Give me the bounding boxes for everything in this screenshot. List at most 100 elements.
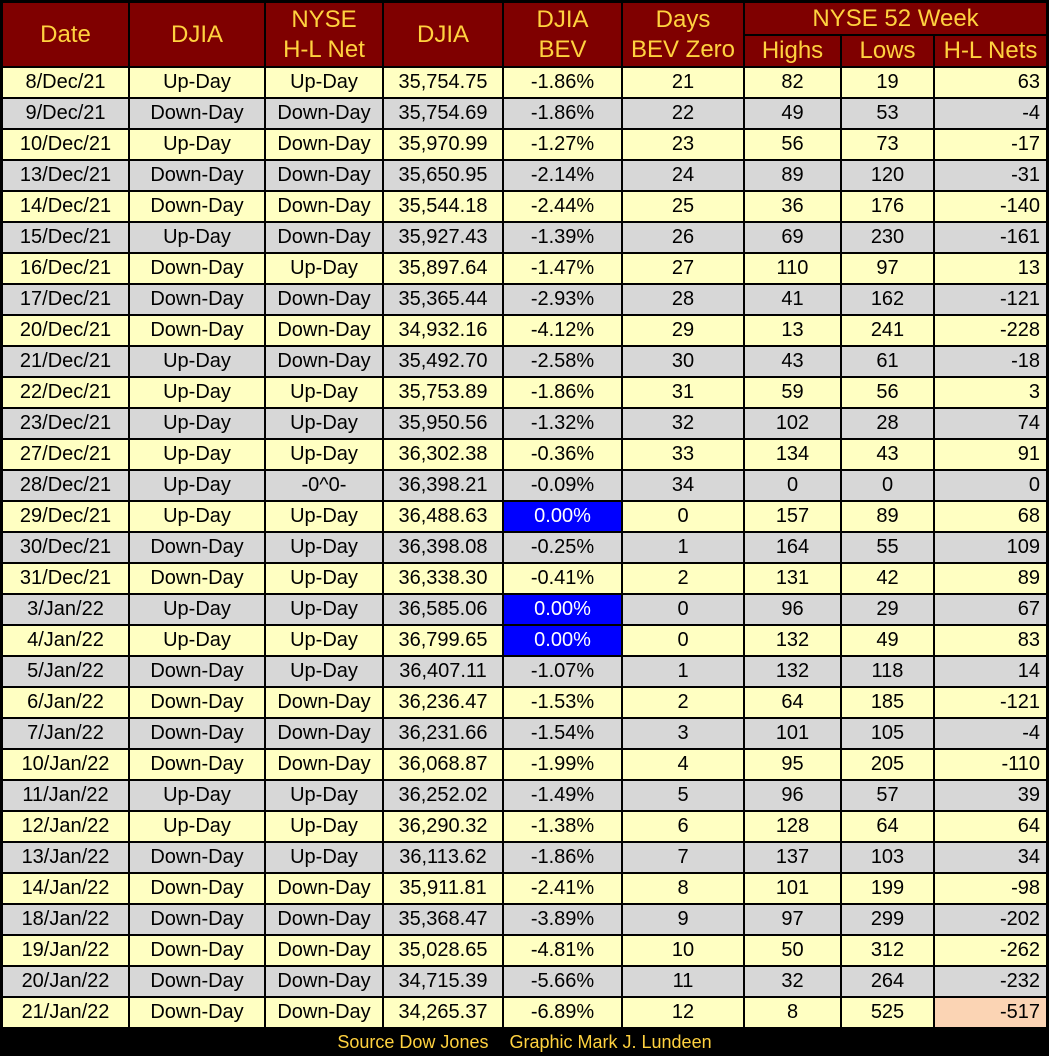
cell-lows: 525 [840, 996, 935, 1029]
cell-djia-value: 36,488.63 [382, 500, 504, 533]
header-djia-bev-line1: DJIA [536, 5, 589, 33]
cell-djia-bev: -5.66% [502, 965, 623, 998]
header-djia: DJIA [128, 1, 266, 68]
cell-hl-nets: -161 [932, 221, 1049, 254]
cell-hl-nets: -517 [932, 996, 1049, 1029]
table-row: 14/Jan/22 Down-Day Down-Day 35,911.81 -2.41%… [1, 872, 1049, 905]
cell-djia-day: Up-Day [128, 438, 266, 471]
cell-djia-day: Down-Day [128, 283, 266, 316]
cell-highs: 95 [743, 748, 842, 781]
cell-djia-value: 35,544.18 [382, 190, 504, 223]
cell-hl-nets: -121 [932, 686, 1049, 719]
cell-nyse-hl-net-day: Down-Day [264, 314, 384, 347]
cell-date: 30/Dec/21 [1, 531, 130, 564]
cell-days-bev-zero: 8 [621, 872, 745, 905]
cell-highs: 101 [743, 872, 842, 905]
cell-djia-bev: -0.09% [502, 469, 623, 502]
cell-djia-day: Up-Day [128, 469, 266, 502]
cell-nyse-hl-net-day: Down-Day [264, 221, 384, 254]
cell-highs: 32 [743, 965, 842, 998]
cell-lows: 0 [840, 469, 935, 502]
cell-highs: 0 [743, 469, 842, 502]
cell-djia-day: Down-Day [128, 531, 266, 564]
cell-days-bev-zero: 12 [621, 996, 745, 1029]
cell-hl-nets: -228 [932, 314, 1049, 347]
cell-highs: 69 [743, 221, 842, 254]
cell-djia-bev: -0.41% [502, 562, 623, 595]
cell-djia-day: Down-Day [128, 748, 266, 781]
cell-date: 10/Dec/21 [1, 128, 130, 161]
cell-djia-value: 35,368.47 [382, 903, 504, 936]
cell-djia-value: 35,650.95 [382, 159, 504, 192]
cell-highs: 96 [743, 593, 842, 626]
table-row: 15/Dec/21 Up-Day Down-Day 35,927.43 -1.39% 26… [1, 221, 1049, 254]
cell-lows: 42 [840, 562, 935, 595]
cell-nyse-hl-net-day: Down-Day [264, 190, 384, 223]
cell-lows: 312 [840, 934, 935, 967]
table-row: 21/Jan/22 Down-Day Down-Day 34,265.37 -6.89%… [1, 996, 1049, 1029]
cell-days-bev-zero: 22 [621, 97, 745, 130]
cell-hl-nets: 34 [932, 841, 1049, 874]
header-date: Date [1, 1, 130, 68]
header-highs: Highs [743, 34, 842, 68]
cell-djia-bev: -4.81% [502, 934, 623, 967]
cell-lows: 264 [840, 965, 935, 998]
cell-days-bev-zero: 24 [621, 159, 745, 192]
cell-lows: 97 [840, 252, 935, 285]
header-nyse-hl-net-line1: NYSE [291, 5, 357, 33]
cell-days-bev-zero: 1 [621, 655, 745, 688]
cell-highs: 102 [743, 407, 842, 440]
cell-djia-value: 34,265.37 [382, 996, 504, 1029]
table-row: 22/Dec/21 Up-Day Up-Day 35,753.89 -1.86% 31 59… [1, 376, 1049, 409]
cell-djia-bev: -2.58% [502, 345, 623, 378]
cell-date: 4/Jan/22 [1, 624, 130, 657]
cell-date: 10/Jan/22 [1, 748, 130, 781]
cell-lows: 29 [840, 593, 935, 626]
cell-date: 3/Jan/22 [1, 593, 130, 626]
cell-djia-value: 36,290.32 [382, 810, 504, 843]
cell-date: 18/Jan/22 [1, 903, 130, 936]
header-hl-nets: H-L Nets [932, 34, 1049, 68]
cell-nyse-hl-net-day: Up-Day [264, 562, 384, 595]
table-row: 13/Dec/21 Down-Day Down-Day 35,650.95 -2.14%… [1, 159, 1049, 192]
cell-nyse-hl-net-day: Down-Day [264, 748, 384, 781]
cell-djia-value: 36,231.66 [382, 717, 504, 750]
cell-nyse-hl-net-day: Up-Day [264, 779, 384, 812]
table-row: 23/Dec/21 Up-Day Up-Day 35,950.56 -1.32% 32 10… [1, 407, 1049, 440]
cell-djia-bev: 0.00% [502, 500, 623, 533]
cell-days-bev-zero: 31 [621, 376, 745, 409]
cell-djia-value: 36,302.38 [382, 438, 504, 471]
cell-djia-value: 35,911.81 [382, 872, 504, 905]
cell-djia-day: Down-Day [128, 872, 266, 905]
cell-days-bev-zero: 0 [621, 593, 745, 626]
cell-nyse-hl-net-day: Down-Day [264, 717, 384, 750]
cell-days-bev-zero: 4 [621, 748, 745, 781]
cell-nyse-hl-net-day: Down-Day [264, 965, 384, 998]
cell-date: 7/Jan/22 [1, 717, 130, 750]
header-nyse-hl-net: NYSE H-L Net [264, 1, 384, 68]
cell-lows: 105 [840, 717, 935, 750]
cell-days-bev-zero: 30 [621, 345, 745, 378]
cell-lows: 19 [840, 66, 935, 99]
cell-lows: 162 [840, 283, 935, 316]
cell-nyse-hl-net-day: Down-Day [264, 128, 384, 161]
cell-lows: 43 [840, 438, 935, 471]
cell-djia-value: 36,338.30 [382, 562, 504, 595]
cell-highs: 157 [743, 500, 842, 533]
cell-djia-bev: -3.89% [502, 903, 623, 936]
cell-hl-nets: -98 [932, 872, 1049, 905]
cell-highs: 50 [743, 934, 842, 967]
cell-date: 23/Dec/21 [1, 407, 130, 440]
table-row: 17/Dec/21 Down-Day Down-Day 35,365.44 -2.93%… [1, 283, 1049, 316]
table-header: Date DJIA NYSE H-L Net DJIA DJIA BEV Day… [1, 1, 1049, 68]
cell-djia-value: 36,113.62 [382, 841, 504, 874]
cell-lows: 64 [840, 810, 935, 843]
cell-djia-bev: -0.36% [502, 438, 623, 471]
table-row: 13/Jan/22 Down-Day Up-Day 36,113.62 -1.86% 7 1… [1, 841, 1049, 874]
cell-lows: 185 [840, 686, 935, 719]
footer-source: Source Dow Jones [337, 1032, 489, 1052]
cell-djia-bev: -2.93% [502, 283, 623, 316]
cell-djia-bev: -1.38% [502, 810, 623, 843]
cell-djia-day: Down-Day [128, 97, 266, 130]
cell-djia-value: 36,398.08 [382, 531, 504, 564]
